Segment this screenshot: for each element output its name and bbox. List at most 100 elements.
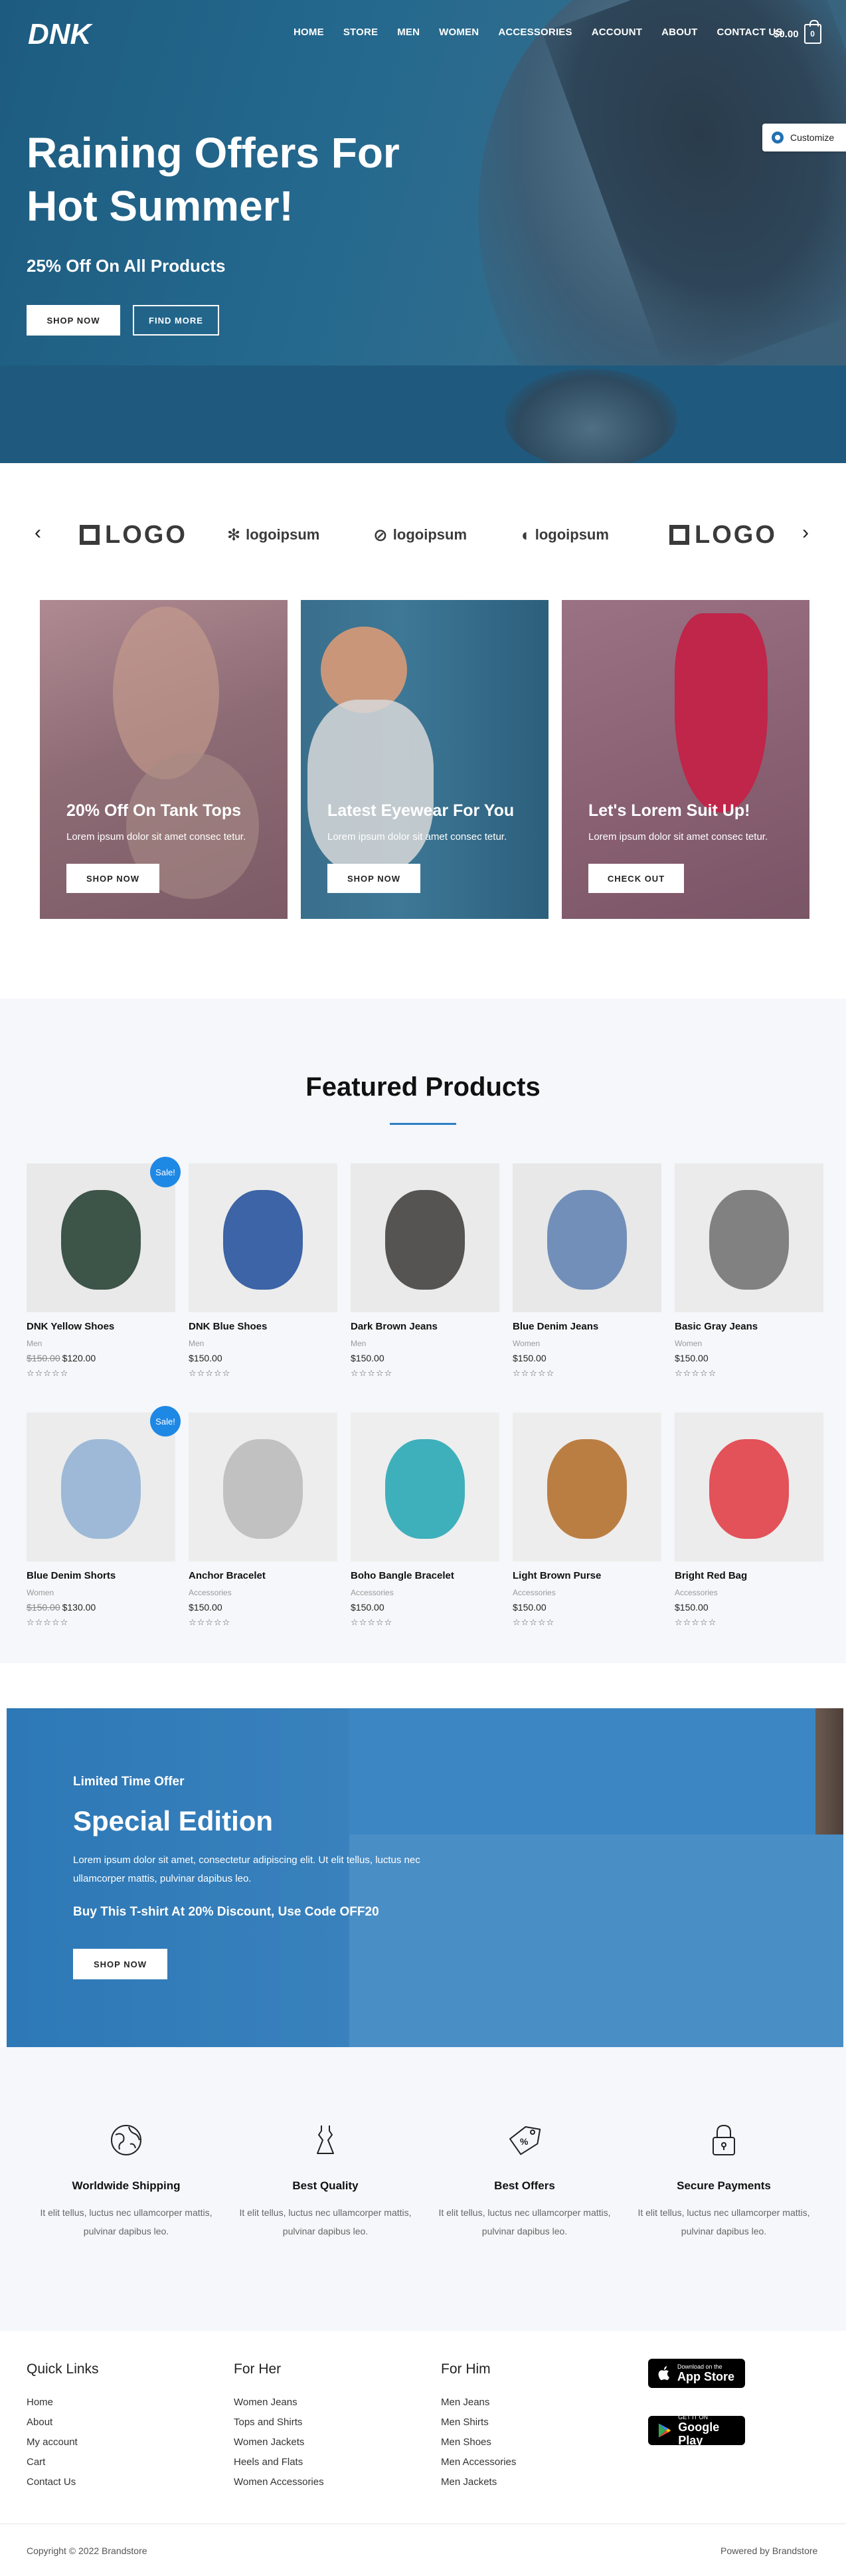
- feature-text: It elit tellus, luctus nec ullamcorper m…: [40, 2207, 212, 2236]
- product-category[interactable]: Women: [27, 1588, 175, 1598]
- footer-link-women-jeans[interactable]: Women Jeans: [234, 2397, 324, 2409]
- nav-account[interactable]: ACCOUNT: [592, 27, 642, 38]
- product-name[interactable]: Boho Bangle Bracelet: [351, 1570, 499, 1582]
- featured-title: Featured Products: [305, 1072, 541, 1102]
- nav-about[interactable]: ABOUT: [661, 27, 697, 38]
- footer-link-tops-shirts[interactable]: Tops and Shirts: [234, 2417, 324, 2428]
- product-name[interactable]: Anchor Bracelet: [189, 1570, 337, 1582]
- promo-image-shirt: [307, 700, 434, 872]
- product-image[interactable]: [351, 1413, 499, 1561]
- hero-shop-now-button[interactable]: SHOP NOW: [27, 305, 120, 336]
- product-name[interactable]: Dark Brown Jeans: [351, 1321, 499, 1333]
- promo-text: Lorem ipsum dolor sit amet consec tetur.: [66, 831, 246, 842]
- product-image[interactable]: [189, 1413, 337, 1561]
- banner-shop-now-button[interactable]: SHOP NOW: [73, 1949, 167, 1979]
- product-category[interactable]: Women: [675, 1339, 823, 1349]
- product-category[interactable]: Women: [513, 1339, 661, 1349]
- nav-store[interactable]: STORE: [343, 27, 378, 38]
- promo-shop-now-button[interactable]: SHOP NOW: [66, 864, 159, 893]
- banner-model-image: [815, 1708, 843, 1834]
- feature-best-quality: Best Quality It elit tellus, luctus nec …: [226, 2123, 425, 2240]
- footer-link-heels-flats[interactable]: Heels and Flats: [234, 2456, 324, 2468]
- footer-link-about[interactable]: About: [27, 2417, 99, 2428]
- product-card[interactable]: Anchor Bracelet Accessories $150.00 ☆☆☆☆☆: [189, 1413, 337, 1628]
- product-current-price: $150.00: [351, 1353, 384, 1363]
- brand-logo-5: LOGO: [669, 520, 777, 550]
- site-logo[interactable]: DNK: [27, 15, 101, 52]
- product-image-shape: [709, 1190, 789, 1290]
- product-price: $150.00: [189, 1353, 337, 1364]
- product-name[interactable]: Light Brown Purse: [513, 1570, 661, 1582]
- product-card[interactable]: Basic Gray Jeans Women $150.00 ☆☆☆☆☆: [675, 1163, 823, 1379]
- promo-card-eyewear[interactable]: Latest Eyewear For You Lorem ipsum dolor…: [301, 600, 549, 919]
- nav-home[interactable]: HOME: [294, 27, 324, 38]
- google-play-button[interactable]: GET IT ON Google Play: [648, 2414, 745, 2447]
- feature-best-offers: % Best Offers It elit tellus, luctus nec…: [425, 2123, 624, 2240]
- product-current-price: $150.00: [189, 1353, 222, 1363]
- product-category[interactable]: Men: [27, 1339, 175, 1349]
- promo-card-suit-up[interactable]: Let's Lorem Suit Up! Lorem ipsum dolor s…: [562, 600, 809, 919]
- footer-link-men-shirts[interactable]: Men Shirts: [441, 2417, 516, 2428]
- product-name[interactable]: Blue Denim Jeans: [513, 1321, 661, 1333]
- hero-find-more-button[interactable]: FIND MORE: [133, 305, 219, 336]
- product-image[interactable]: [27, 1163, 175, 1312]
- app-store-button[interactable]: Download on the App Store: [648, 2359, 745, 2388]
- promo-text: Lorem ipsum dolor sit amet consec tetur.: [588, 831, 768, 842]
- product-image[interactable]: [675, 1163, 823, 1312]
- product-category[interactable]: Men: [189, 1339, 337, 1349]
- footer-link-women-accessories[interactable]: Women Accessories: [234, 2476, 324, 2488]
- product-image[interactable]: [351, 1163, 499, 1312]
- footer-link-women-jackets[interactable]: Women Jackets: [234, 2436, 324, 2448]
- product-image[interactable]: [675, 1413, 823, 1561]
- footer-column-title: Quick Links: [27, 2361, 99, 2377]
- footer-link-men-jeans[interactable]: Men Jeans: [441, 2397, 516, 2409]
- product-name[interactable]: Basic Gray Jeans: [675, 1321, 823, 1333]
- product-current-price: $120.00: [62, 1353, 96, 1363]
- customize-button[interactable]: Customize: [762, 124, 846, 151]
- product-category[interactable]: Men: [351, 1339, 499, 1349]
- product-image[interactable]: [513, 1163, 661, 1312]
- apple-icon: [658, 2366, 669, 2381]
- product-category[interactable]: Accessories: [675, 1588, 823, 1598]
- nav-women[interactable]: WOMEN: [439, 27, 479, 38]
- brand-logo-1: LOGO: [80, 520, 187, 550]
- product-card[interactable]: Boho Bangle Bracelet Accessories $150.00 ☆☆…: [351, 1413, 499, 1628]
- product-card[interactable]: DNK Blue Shoes Men $150.00 ☆☆☆☆☆: [189, 1163, 337, 1379]
- star-rating-icon: ☆☆☆☆☆: [27, 1368, 69, 1378]
- footer-link-men-accessories[interactable]: Men Accessories: [441, 2456, 516, 2468]
- product-card[interactable]: Sale! Blue Denim Shorts Women $150.00 $130.0…: [27, 1406, 181, 1628]
- product-name[interactable]: DNK Yellow Shoes: [27, 1321, 175, 1333]
- product-card[interactable]: Sale! DNK Yellow Shoes Men $150.00 $120.00 ☆☆…: [27, 1157, 181, 1379]
- promo-card-tank-tops[interactable]: 20% Off On Tank Tops Lorem ipsum dolor s…: [40, 600, 288, 919]
- promo-check-out-button[interactable]: CHECK OUT: [588, 864, 684, 893]
- product-image[interactable]: [189, 1163, 337, 1312]
- product-image[interactable]: [513, 1413, 661, 1561]
- footer-link-men-jackets[interactable]: Men Jackets: [441, 2476, 516, 2488]
- product-category[interactable]: Accessories: [351, 1588, 499, 1598]
- nav-men[interactable]: MEN: [397, 27, 420, 38]
- product-image[interactable]: [27, 1413, 175, 1561]
- promo-shop-now-button[interactable]: SHOP NOW: [327, 864, 420, 893]
- footer-link-cart[interactable]: Cart: [27, 2456, 99, 2468]
- product-old-price: $150.00: [27, 1353, 60, 1363]
- product-card[interactable]: Blue Denim Jeans Women $150.00 ☆☆☆☆☆: [513, 1163, 661, 1379]
- chevron-right-icon[interactable]: ›: [802, 522, 809, 544]
- nav-accessories[interactable]: ACCESSORIES: [498, 27, 572, 38]
- product-category[interactable]: Accessories: [513, 1588, 661, 1598]
- footer-link-home[interactable]: Home: [27, 2397, 99, 2409]
- footer-link-my-account[interactable]: My account: [27, 2436, 99, 2448]
- nav-contact[interactable]: CONTACT US: [717, 27, 782, 38]
- product-card[interactable]: Bright Red Bag Accessories $150.00 ☆☆☆☆☆: [675, 1413, 823, 1628]
- product-card[interactable]: Dark Brown Jeans Men $150.00 ☆☆☆☆☆: [351, 1163, 499, 1379]
- feature-worldwide-shipping: Worldwide Shipping It elit tellus, luctu…: [27, 2123, 226, 2240]
- footer-link-men-shoes[interactable]: Men Shoes: [441, 2436, 516, 2448]
- product-name[interactable]: Blue Denim Shorts: [27, 1570, 175, 1582]
- cart-count: 0: [810, 29, 815, 39]
- product-name[interactable]: Bright Red Bag: [675, 1570, 823, 1582]
- cart-button[interactable]: $0.00 0: [774, 20, 821, 44]
- feature-text: It elit tellus, luctus nec ullamcorper m…: [239, 2207, 412, 2236]
- product-card[interactable]: Light Brown Purse Accessories $150.00 ☆☆☆☆☆: [513, 1413, 661, 1628]
- product-category[interactable]: Accessories: [189, 1588, 337, 1598]
- footer-link-contact[interactable]: Contact Us: [27, 2476, 99, 2488]
- product-name[interactable]: DNK Blue Shoes: [189, 1321, 337, 1333]
